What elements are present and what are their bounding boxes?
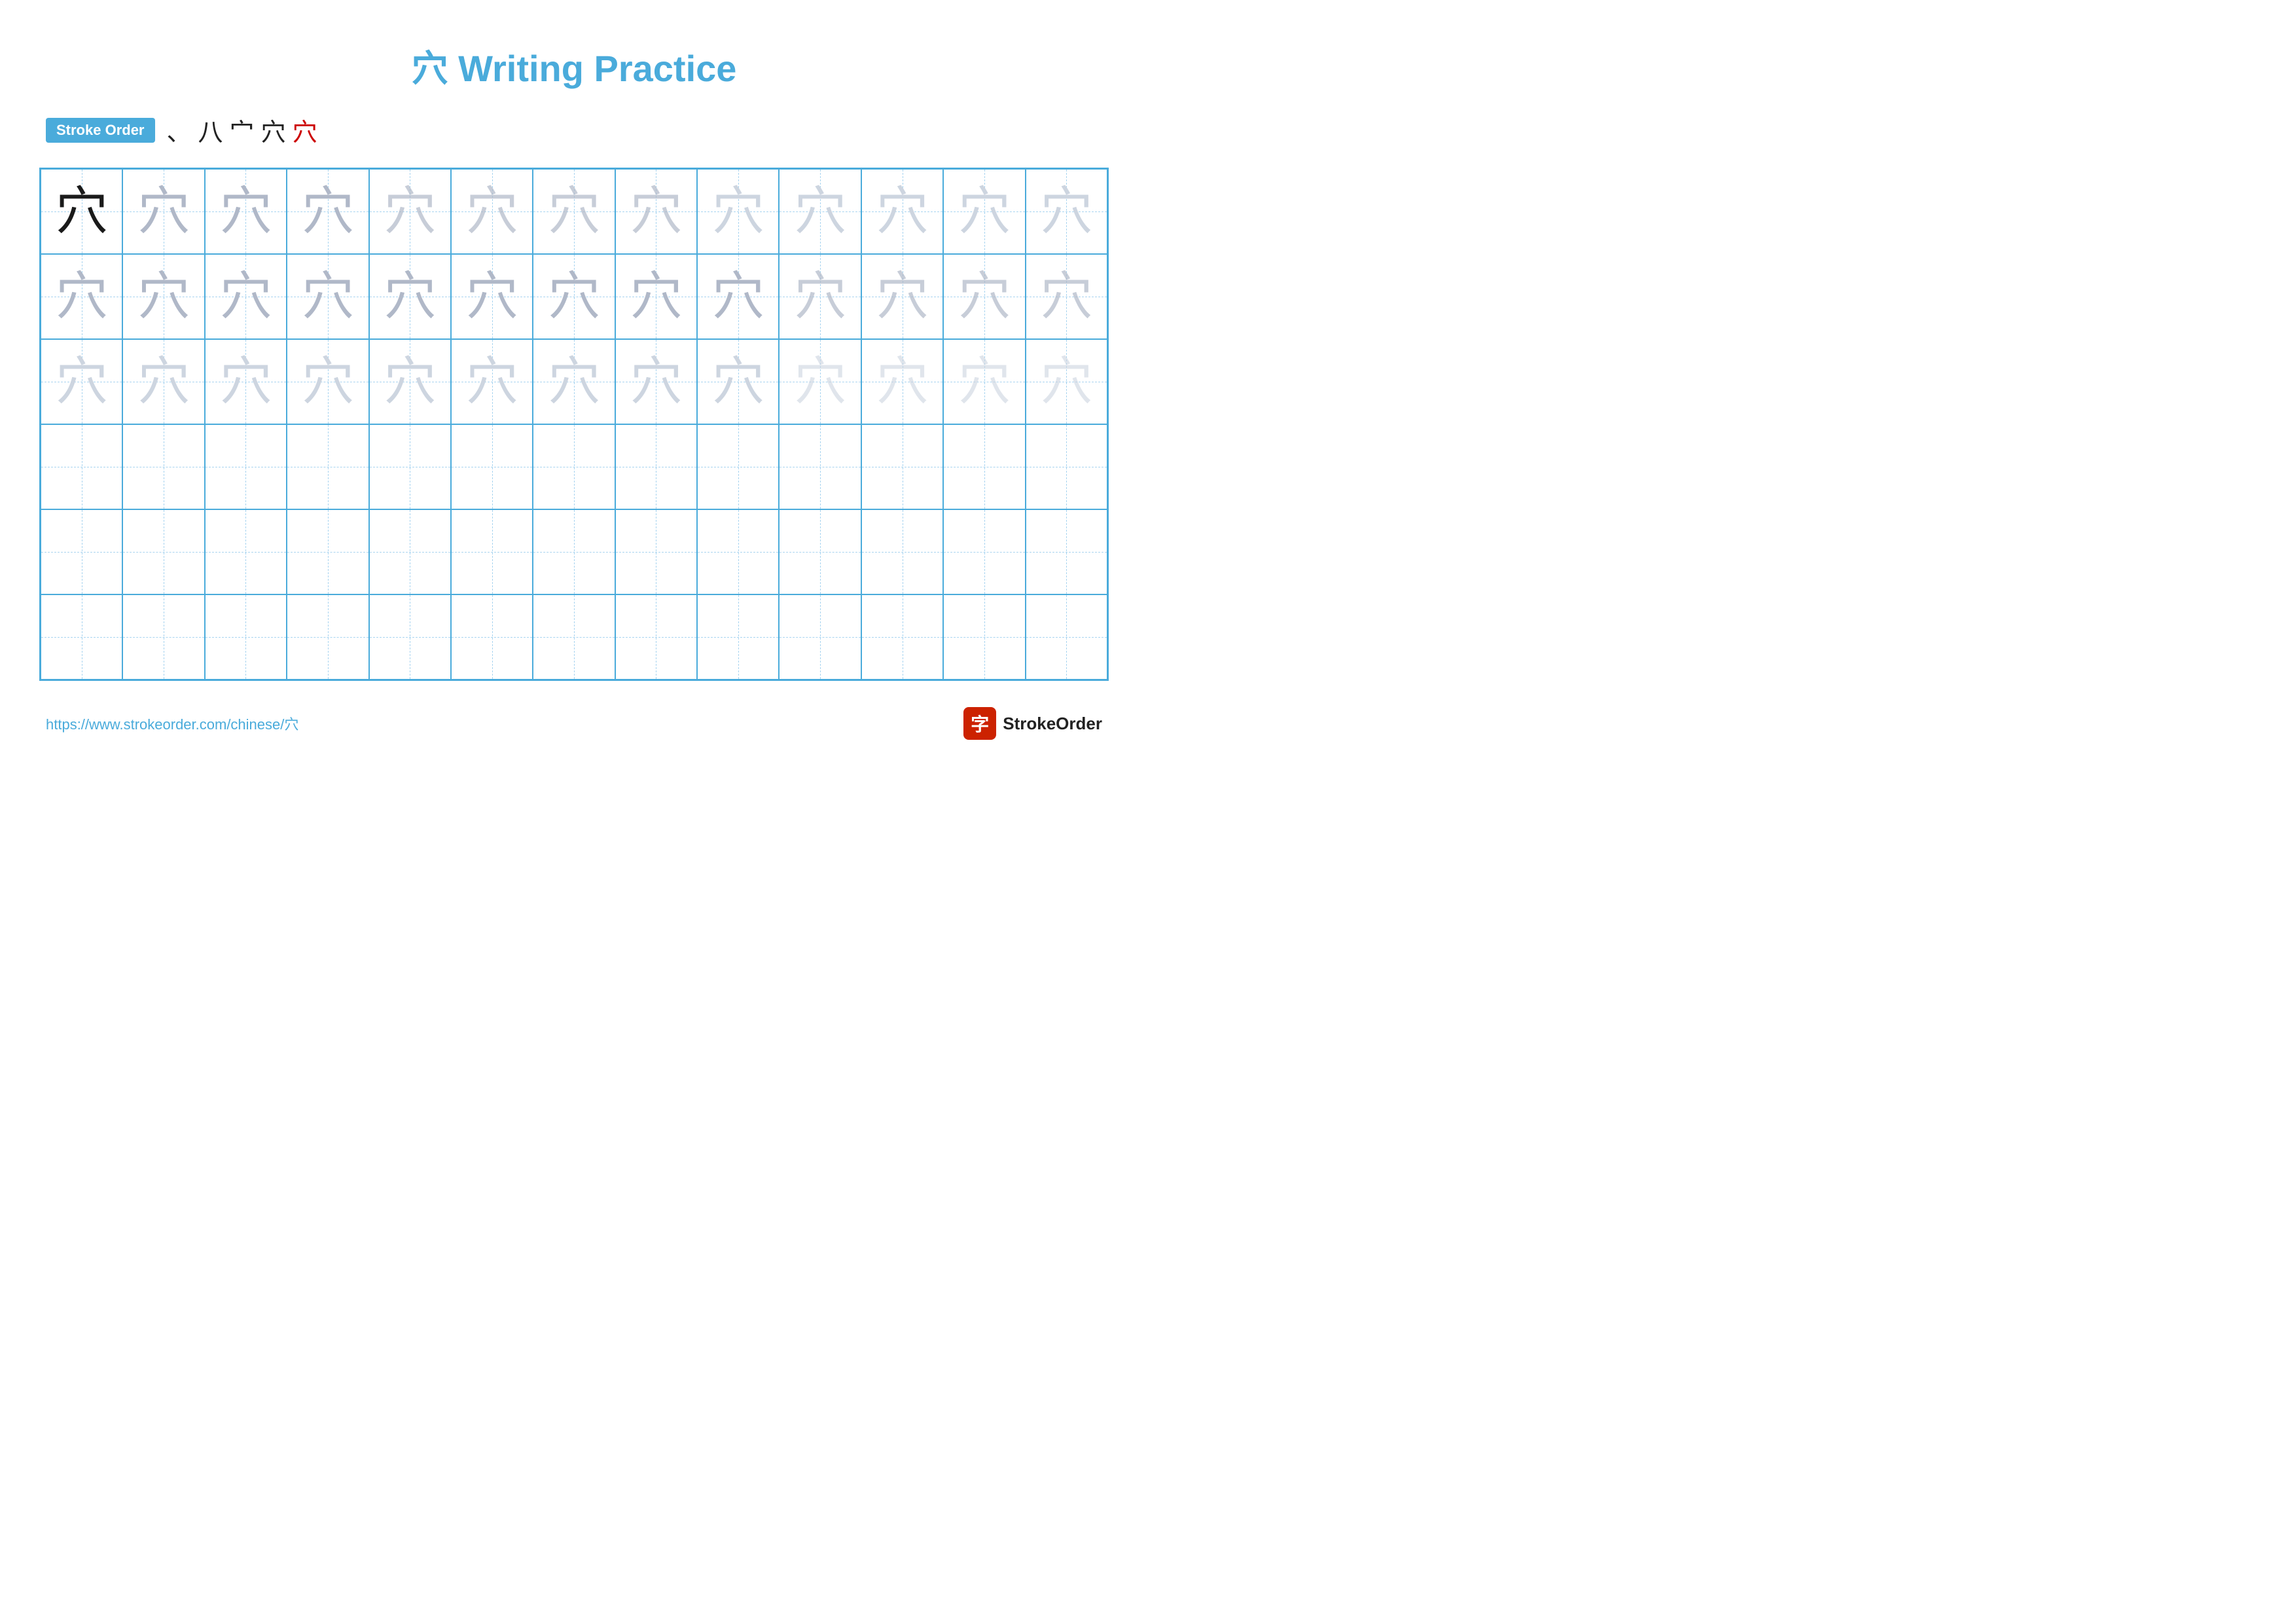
grid-cell[interactable]: 穴 xyxy=(615,169,697,254)
grid-cell[interactable]: 穴 xyxy=(943,254,1025,339)
grid-cell[interactable]: 穴 xyxy=(205,339,287,424)
grid-cell[interactable]: 穴 xyxy=(943,169,1025,254)
grid-cell[interactable] xyxy=(943,424,1025,509)
grid-cell[interactable]: 穴 xyxy=(861,254,943,339)
grid-cell[interactable]: 穴 xyxy=(451,254,533,339)
grid-cell[interactable]: 穴 xyxy=(533,339,615,424)
grid-cell[interactable]: 穴 xyxy=(122,339,204,424)
grid-cell[interactable] xyxy=(1026,594,1107,680)
grid-cell[interactable]: 穴 xyxy=(41,254,122,339)
stroke-char-3: 宀 xyxy=(230,112,255,148)
logo-icon: 字 xyxy=(963,707,996,740)
grid-cell[interactable]: 穴 xyxy=(861,169,943,254)
grid-cell[interactable] xyxy=(122,424,204,509)
grid-cell[interactable] xyxy=(615,424,697,509)
grid-cell[interactable]: 穴 xyxy=(697,254,779,339)
grid-cell[interactable] xyxy=(451,594,533,680)
grid-cell[interactable] xyxy=(287,594,368,680)
footer-url: https://www.strokeorder.com/chinese/穴 xyxy=(46,713,298,734)
grid-cell[interactable]: 穴 xyxy=(122,169,204,254)
grid-cell[interactable]: 穴 xyxy=(369,169,451,254)
grid-cell[interactable] xyxy=(943,509,1025,594)
stroke-char-4: 穴 xyxy=(261,112,286,148)
footer-logo: 字 StrokeOrder xyxy=(963,707,1102,740)
grid-cell[interactable]: 穴 xyxy=(533,254,615,339)
grid-cell[interactable]: 穴 xyxy=(369,339,451,424)
grid-cell[interactable] xyxy=(369,424,451,509)
grid-cell[interactable] xyxy=(943,594,1025,680)
grid-cell[interactable] xyxy=(697,424,779,509)
grid-cell[interactable]: 穴 xyxy=(779,169,861,254)
stroke-order-badge: Stroke Order xyxy=(46,118,155,143)
grid-cell[interactable] xyxy=(205,509,287,594)
grid-cell[interactable] xyxy=(369,509,451,594)
grid-cell[interactable] xyxy=(615,509,697,594)
grid-cell[interactable] xyxy=(779,424,861,509)
grid-cell[interactable]: 穴 xyxy=(451,169,533,254)
grid-cell[interactable]: 穴 xyxy=(615,254,697,339)
grid-cell[interactable]: 穴 xyxy=(41,339,122,424)
grid-cell[interactable] xyxy=(369,594,451,680)
grid-cell[interactable] xyxy=(533,424,615,509)
grid-cell[interactable] xyxy=(41,424,122,509)
footer: https://www.strokeorder.com/chinese/穴 字 … xyxy=(39,707,1109,740)
grid-cell[interactable]: 穴 xyxy=(615,339,697,424)
grid-cell[interactable] xyxy=(287,509,368,594)
grid-cell[interactable]: 穴 xyxy=(287,169,368,254)
grid-cell[interactable]: 穴 xyxy=(1026,169,1107,254)
grid-cell[interactable]: 穴 xyxy=(943,339,1025,424)
grid-cell[interactable]: 穴 xyxy=(205,169,287,254)
grid-cell[interactable]: 穴 xyxy=(287,254,368,339)
logo-text: StrokeOrder xyxy=(1003,714,1102,734)
grid-cell[interactable] xyxy=(451,509,533,594)
grid-cell[interactable] xyxy=(451,424,533,509)
grid-cell[interactable] xyxy=(41,594,122,680)
stroke-char-2: 八 xyxy=(198,112,223,148)
stroke-char-1: 、 xyxy=(167,112,192,148)
grid-cell[interactable] xyxy=(697,509,779,594)
grid-cell[interactable] xyxy=(779,594,861,680)
grid-cell[interactable] xyxy=(861,594,943,680)
grid-cell[interactable]: 穴 xyxy=(1026,254,1107,339)
grid-cell[interactable] xyxy=(1026,509,1107,594)
grid-cell[interactable]: 穴 xyxy=(779,254,861,339)
grid-cell[interactable] xyxy=(779,509,861,594)
grid-cell[interactable] xyxy=(533,509,615,594)
grid-cell[interactable]: 穴 xyxy=(41,169,122,254)
grid-cell[interactable] xyxy=(287,424,368,509)
grid-cell[interactable] xyxy=(533,594,615,680)
stroke-chars: 、 八 宀 穴 穴 xyxy=(167,112,317,148)
grid-cell[interactable]: 穴 xyxy=(369,254,451,339)
grid-cell[interactable]: 穴 xyxy=(1026,339,1107,424)
grid-cell[interactable]: 穴 xyxy=(533,169,615,254)
grid-cell[interactable] xyxy=(122,509,204,594)
grid-cell[interactable]: 穴 xyxy=(779,339,861,424)
grid-cell[interactable] xyxy=(205,424,287,509)
grid-cell[interactable] xyxy=(861,424,943,509)
grid-cell[interactable]: 穴 xyxy=(697,339,779,424)
grid-cell[interactable]: 穴 xyxy=(861,339,943,424)
grid-cell[interactable] xyxy=(205,594,287,680)
grid-cell[interactable] xyxy=(1026,424,1107,509)
grid-cell[interactable]: 穴 xyxy=(205,254,287,339)
grid-cell[interactable]: 穴 xyxy=(287,339,368,424)
grid-cell[interactable] xyxy=(41,509,122,594)
grid-cell[interactable] xyxy=(697,594,779,680)
grid-cell[interactable] xyxy=(861,509,943,594)
grid-cell[interactable]: 穴 xyxy=(451,339,533,424)
stroke-order-row: Stroke Order 、 八 宀 穴 穴 xyxy=(46,112,1109,148)
stroke-char-5: 穴 xyxy=(293,112,317,148)
grid-cell[interactable] xyxy=(615,594,697,680)
grid-cell[interactable] xyxy=(122,594,204,680)
grid-cell[interactable]: 穴 xyxy=(697,169,779,254)
grid-cell[interactable]: 穴 xyxy=(122,254,204,339)
practice-grid: 穴穴穴穴穴穴穴穴穴穴穴穴穴穴穴穴穴穴穴穴穴穴穴穴穴穴穴穴穴穴穴穴穴穴穴穴穴穴穴 xyxy=(39,168,1109,681)
page-title: 穴 Writing Practice xyxy=(39,39,1109,92)
